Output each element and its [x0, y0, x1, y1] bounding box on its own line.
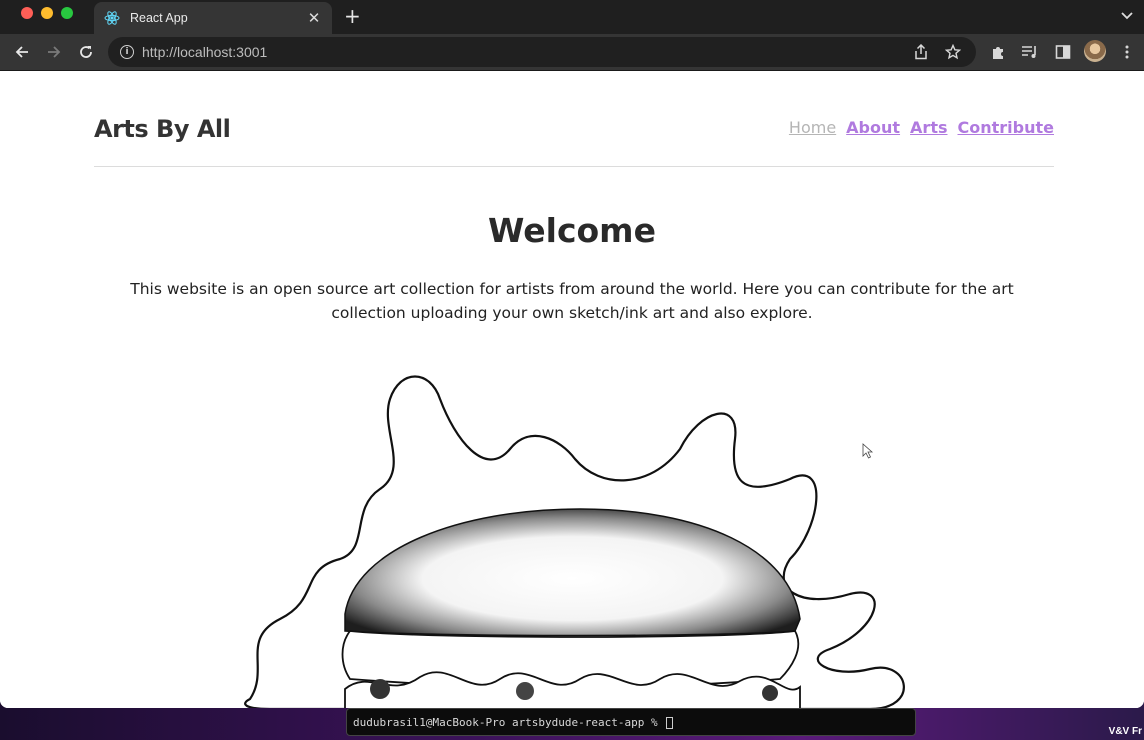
back-arrow-icon[interactable] [13, 43, 31, 61]
site-title: Arts By All [94, 115, 231, 143]
media-queue-icon[interactable] [1021, 43, 1039, 61]
close-window-button[interactable] [21, 7, 33, 19]
chevron-down-icon[interactable] [1120, 8, 1134, 27]
nav-link-about[interactable]: About [846, 118, 900, 137]
minimize-window-button[interactable] [41, 7, 53, 19]
react-logo-icon [104, 10, 120, 26]
nav-link-arts[interactable]: Arts [910, 118, 947, 137]
browser-window: React App ✕ + i http://localhost:3001 Ar… [0, 0, 1144, 708]
tab-react-app[interactable]: React App ✕ [94, 2, 332, 34]
profile-avatar[interactable] [1084, 40, 1106, 62]
star-icon[interactable] [944, 43, 962, 61]
terminal-prompt: dudubrasil1@MacBook-Pro artsbydude-react… [353, 716, 665, 729]
share-icon[interactable] [912, 43, 930, 61]
kebab-menu-icon[interactable] [1118, 43, 1136, 61]
nav-link-home[interactable]: Home [789, 118, 836, 137]
site-nav: Home About Arts Contribute [789, 107, 1054, 137]
page-content: Arts By All Home About Arts Contribute W… [0, 71, 1144, 708]
tab-title: React App [130, 11, 188, 25]
url-text[interactable]: http://localhost:3001 [142, 44, 912, 60]
info-icon[interactable]: i [120, 45, 134, 59]
featured-ink-artwork [244, 375, 905, 708]
nav-link-contribute[interactable]: Contribute [958, 118, 1055, 137]
plus-icon[interactable]: + [344, 5, 361, 27]
forward-arrow-icon[interactable] [45, 43, 63, 61]
site-header: Arts By All Home About Arts Contribute [94, 107, 1054, 167]
puzzle-icon[interactable] [989, 43, 1007, 61]
tab-bar: React App ✕ + [0, 0, 1144, 34]
browser-toolbar: i http://localhost:3001 [0, 34, 1144, 70]
terminal-window[interactable]: dudubrasil1@MacBook-Pro artsbydude-react… [346, 708, 916, 736]
mouse-pointer-icon [862, 443, 874, 459]
desktop-corner-label: V&V Fr [1108, 726, 1142, 737]
address-bar[interactable]: i http://localhost:3001 [108, 37, 976, 67]
side-panel-icon[interactable] [1054, 43, 1072, 61]
welcome-description: This website is an open source art colle… [130, 280, 1014, 322]
terminal-cursor [666, 717, 674, 729]
maximize-window-button[interactable] [61, 7, 73, 19]
reload-icon[interactable] [77, 43, 95, 61]
close-icon[interactable]: ✕ [306, 9, 322, 27]
welcome-heading: Welcome [488, 211, 656, 250]
